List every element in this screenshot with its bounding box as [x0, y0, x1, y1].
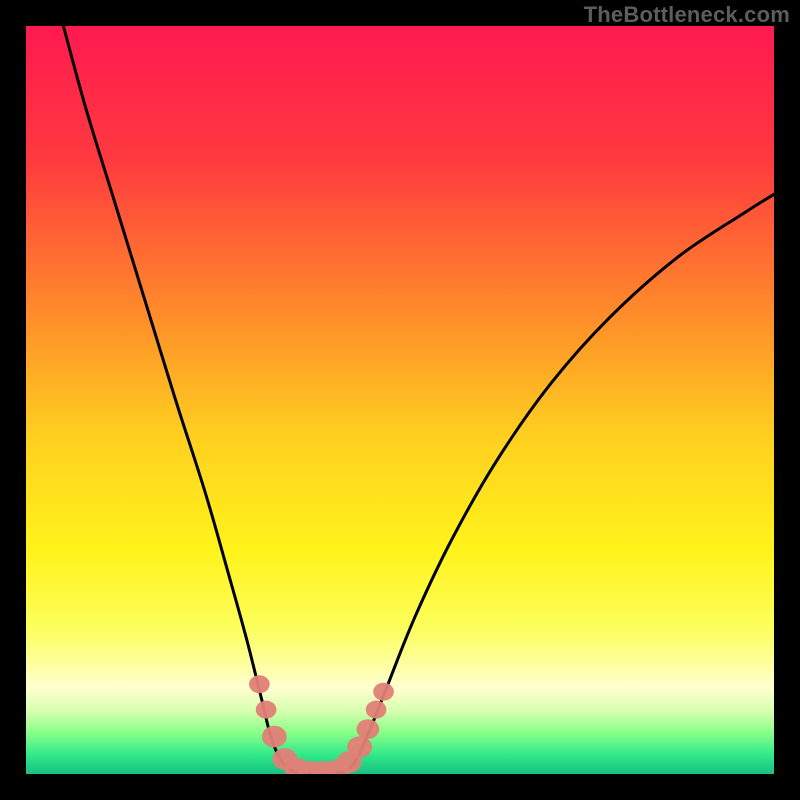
valley-marker	[256, 701, 277, 719]
valley-marker	[249, 675, 270, 693]
valley-marker	[366, 701, 387, 719]
valley-marker	[347, 736, 372, 758]
gradient-background	[26, 26, 774, 774]
plot-area	[26, 26, 774, 774]
watermark-text: TheBottleneck.com	[584, 2, 790, 28]
chart-svg	[26, 26, 774, 774]
chart-frame: TheBottleneck.com	[0, 0, 800, 800]
valley-marker	[373, 683, 394, 701]
valley-marker	[356, 719, 379, 739]
valley-marker	[262, 726, 287, 748]
